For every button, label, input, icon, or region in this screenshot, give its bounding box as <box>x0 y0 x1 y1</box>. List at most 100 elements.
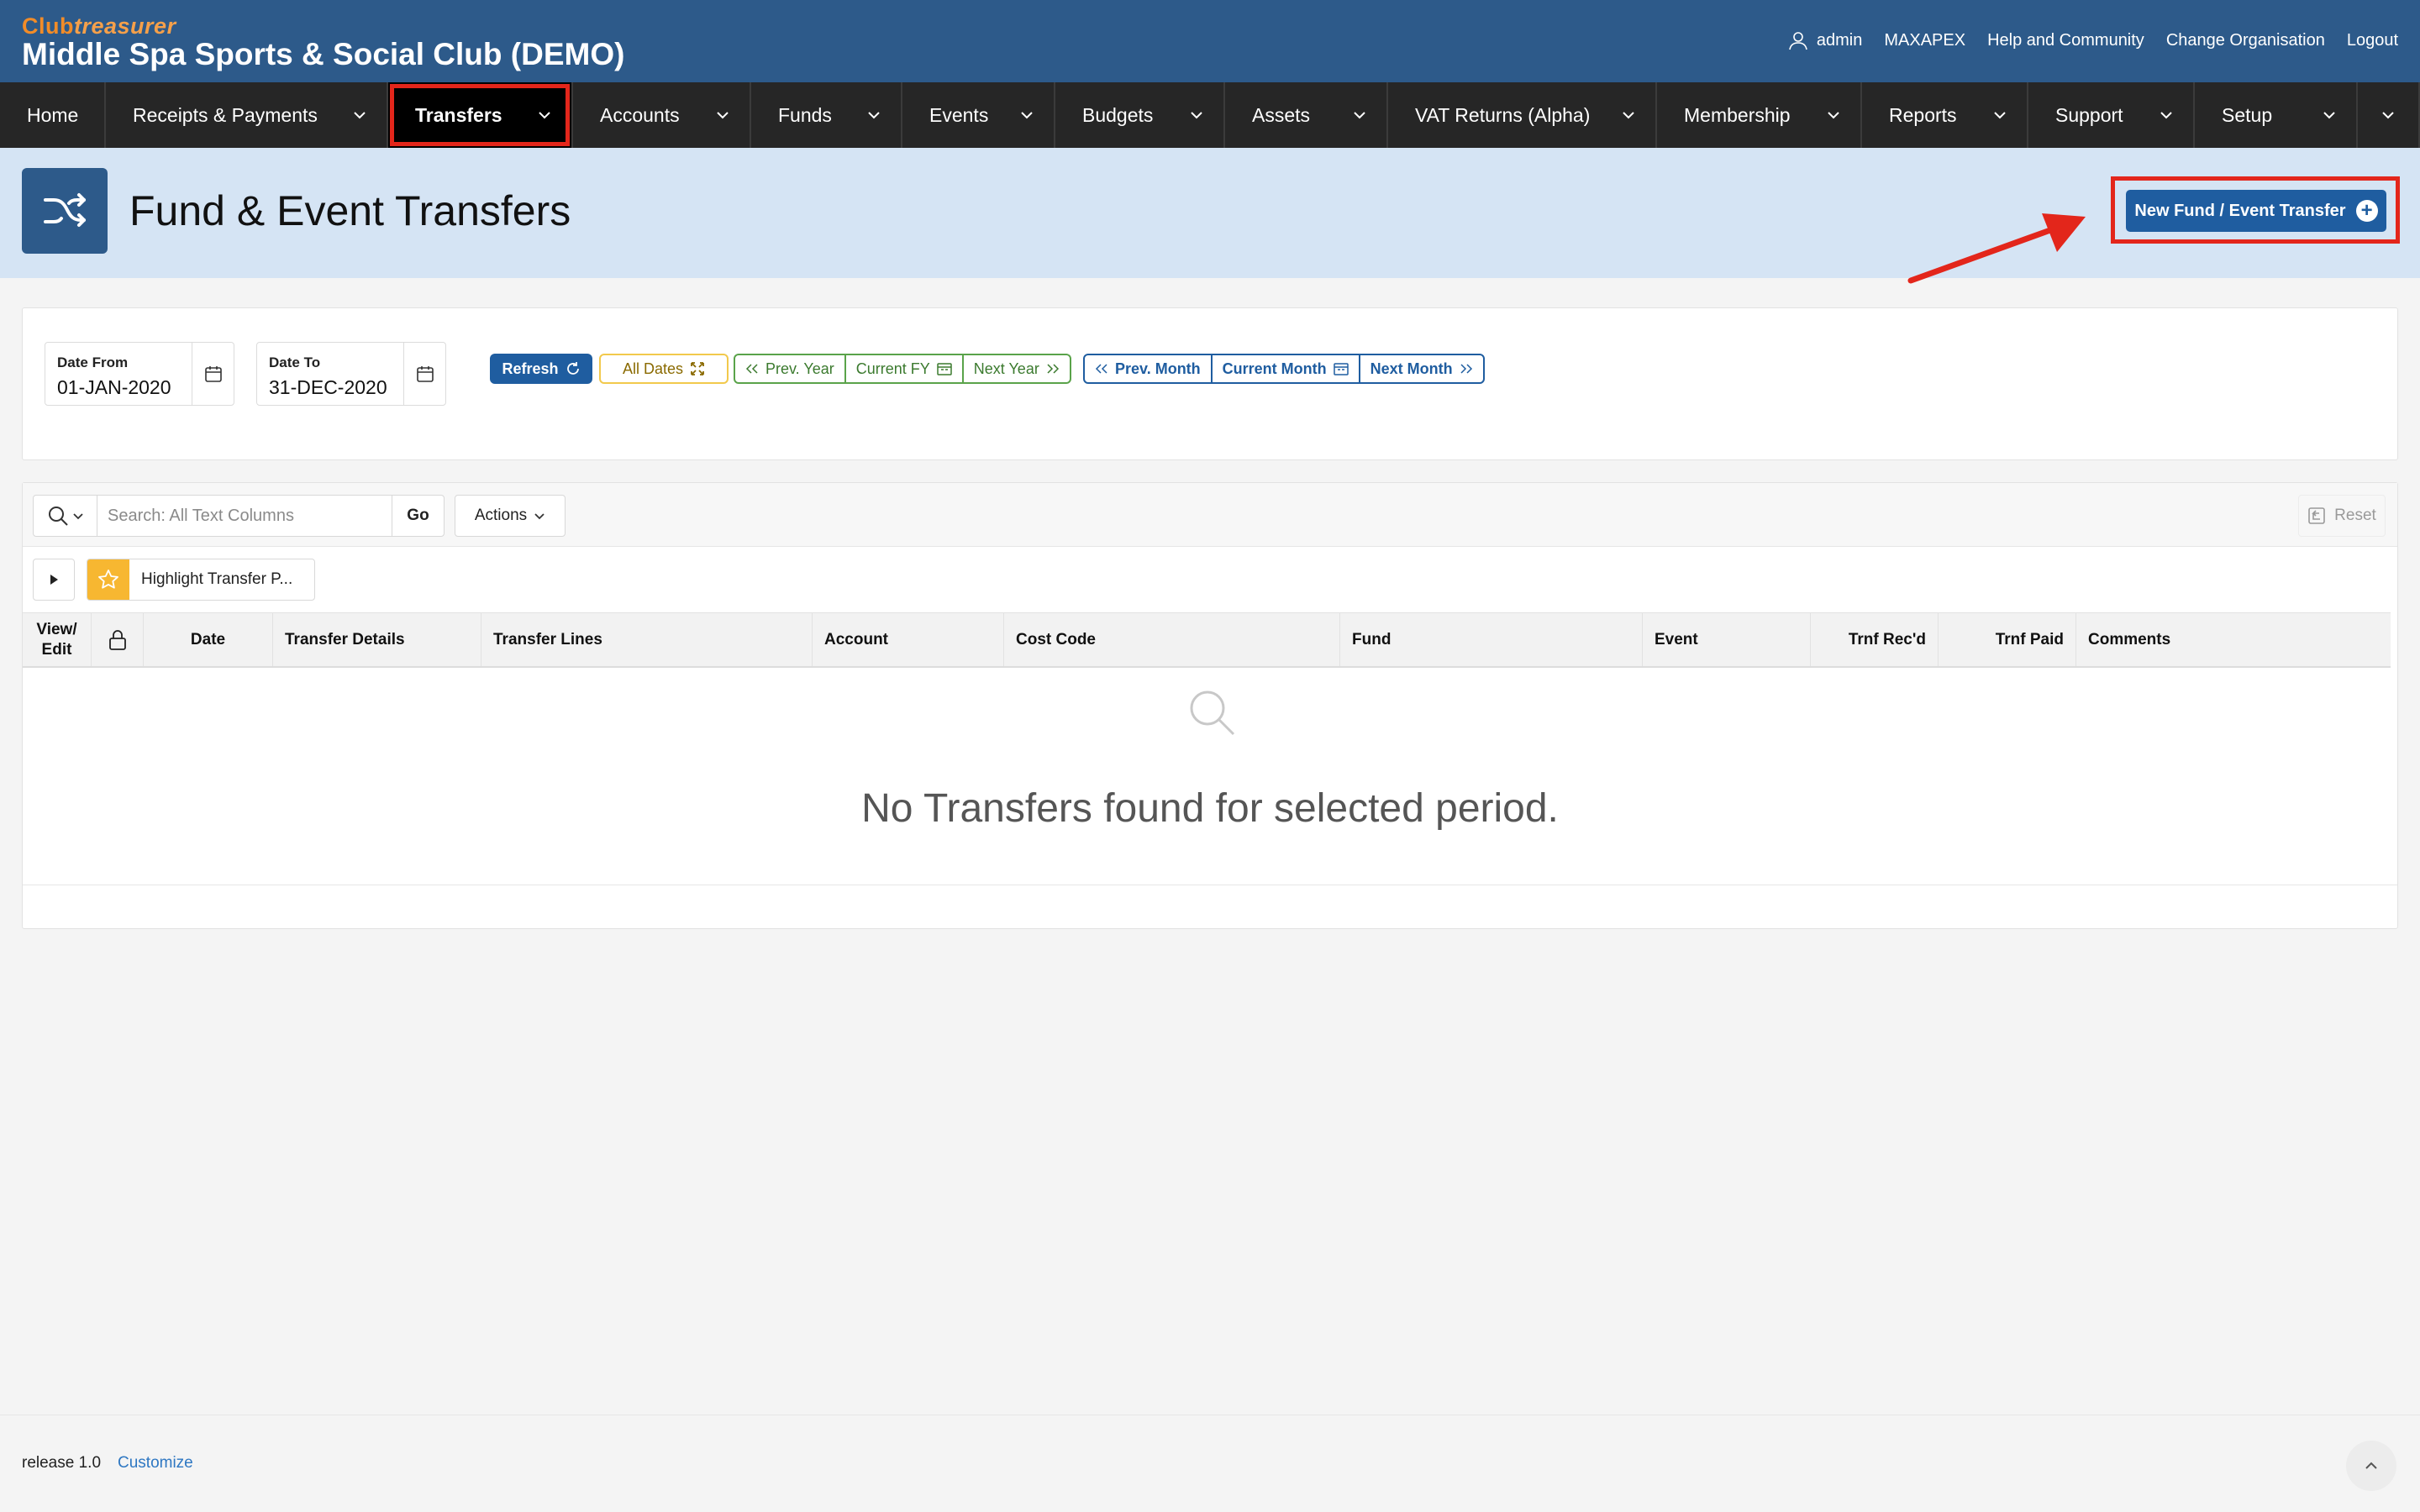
nav-support[interactable]: Support <box>2028 82 2195 148</box>
nav-overflow[interactable] <box>2358 82 2420 148</box>
date-from-value[interactable]: 01-JAN-2020 <box>57 376 171 399</box>
col-event[interactable]: Event <box>1643 613 1811 666</box>
calendar-icon[interactable] <box>192 343 234 405</box>
nav-label: Membership <box>1684 103 1791 126</box>
grid-header: View/ Edit Date Transfer Details Transfe… <box>23 612 2391 668</box>
report-toolbar: Go Actions Reset <box>23 483 2397 547</box>
next-year-button[interactable]: Next Year <box>964 355 1070 382</box>
col-cost-code[interactable]: Cost Code <box>1004 613 1340 666</box>
chevron-down-icon[interactable] <box>1825 107 1842 123</box>
chevron-down-icon[interactable] <box>1351 107 1368 123</box>
nav-label: VAT Returns (Alpha) <box>1415 103 1591 126</box>
prev-month-button[interactable]: Prev. Month <box>1085 355 1213 382</box>
year-nav-group: Prev. Year Current FY Next Year <box>734 354 1071 384</box>
shuffle-icon <box>22 168 108 254</box>
search-bar: Go <box>33 495 445 537</box>
search-input[interactable] <box>97 496 392 536</box>
date-to-field[interactable]: Date To 31-DEC-2020 <box>256 342 446 406</box>
current-month-label: Current Month <box>1222 360 1327 377</box>
chevron-down-icon[interactable] <box>1620 107 1637 123</box>
nav-reports[interactable]: Reports <box>1862 82 2028 148</box>
next-year-label: Next Year <box>973 360 1039 377</box>
chevron-down-icon[interactable] <box>2321 107 2338 123</box>
month-nav-group: Prev. Month Current Month Next Month <box>1083 354 1485 384</box>
header-links: admin MAXAPEX Help and Community Change … <box>1788 30 2398 50</box>
refresh-label: Refresh <box>502 360 559 377</box>
chevron-down-icon[interactable] <box>714 107 731 123</box>
current-month-button[interactable]: Current Month <box>1213 355 1360 382</box>
app-title[interactable]: Middle Spa Sports & Social Club (DEMO) <box>22 37 624 72</box>
col-fund[interactable]: Fund <box>1340 613 1643 666</box>
refresh-button[interactable]: Refresh <box>490 354 592 384</box>
customize-link[interactable]: Customize <box>118 1454 193 1473</box>
chevron-down-icon[interactable] <box>1018 107 1035 123</box>
chevron-down-icon <box>534 513 544 520</box>
col-view-edit[interactable]: View/ Edit <box>23 613 92 666</box>
chevron-down-icon[interactable] <box>1991 107 2008 123</box>
nav-receipts-payments[interactable]: Receipts & Payments <box>106 82 388 148</box>
actions-label: Actions <box>474 507 528 524</box>
chevron-down-icon[interactable] <box>1188 107 1205 123</box>
chevron-down-icon[interactable] <box>351 107 368 123</box>
search-column-selector[interactable] <box>34 496 97 536</box>
new-transfer-button[interactable]: New Fund / Event Transfer + <box>2126 190 2386 232</box>
actions-menu-button[interactable]: Actions <box>455 495 566 537</box>
col-transfer-details[interactable]: Transfer Details <box>273 613 481 666</box>
expand-settings-button[interactable] <box>33 559 75 601</box>
calendar-icon[interactable] <box>403 343 445 405</box>
org-code-link[interactable]: MAXAPEX <box>1884 31 1965 50</box>
nav-assets[interactable]: Assets <box>1225 82 1388 148</box>
go-button[interactable]: Go <box>392 496 444 536</box>
change-org-link[interactable]: Change Organisation <box>2166 31 2325 50</box>
fast-forward-icon <box>1460 364 1472 374</box>
nav-accounts[interactable]: Accounts <box>573 82 751 148</box>
reset-button[interactable]: Reset <box>2298 495 2386 537</box>
date-from-field[interactable]: Date From 01-JAN-2020 <box>45 342 234 406</box>
chevron-down-icon[interactable] <box>865 107 882 123</box>
nav-label: Setup <box>2222 103 2273 126</box>
scroll-to-top-button[interactable] <box>2346 1441 2396 1491</box>
reset-label: Reset <box>2334 507 2376 524</box>
next-month-button[interactable]: Next Month <box>1360 355 1483 382</box>
search-icon <box>48 507 68 526</box>
col-date[interactable]: Date <box>144 613 273 666</box>
clubtreasurer-logo[interactable]: Clubtreasurer <box>22 13 176 39</box>
date-to-value[interactable]: 31-DEC-2020 <box>269 376 387 399</box>
nav-transfers[interactable]: Transfers <box>388 82 573 148</box>
col-comments[interactable]: Comments <box>2076 613 2391 666</box>
nav-label: Funds <box>778 103 832 126</box>
nav-funds[interactable]: Funds <box>751 82 902 148</box>
release-text: release 1.0 <box>22 1454 102 1472</box>
star-icon <box>87 559 129 600</box>
nav-home[interactable]: Home <box>0 82 106 148</box>
nav-membership[interactable]: Membership <box>1657 82 1862 148</box>
help-link[interactable]: Help and Community <box>1987 31 2144 50</box>
prev-year-button[interactable]: Prev. Year <box>735 355 846 382</box>
nav-setup[interactable]: Setup <box>2195 82 2358 148</box>
col-trnf-recd[interactable]: Trnf Rec'd <box>1811 613 1939 666</box>
nav-budgets[interactable]: Budgets <box>1055 82 1225 148</box>
new-transfer-label: New Fund / Event Transfer <box>2134 201 2346 220</box>
nav-label: Reports <box>1889 103 1957 126</box>
nav-label: Budgets <box>1082 103 1154 126</box>
col-account[interactable]: Account <box>813 613 1004 666</box>
date-to-label: Date To <box>269 354 321 370</box>
col-trnf-paid[interactable]: Trnf Paid <box>1939 613 2076 666</box>
col-transfer-lines[interactable]: Transfer Lines <box>481 613 813 666</box>
highlight-filter-chip[interactable]: Highlight Transfer P... <box>87 559 315 601</box>
logout-link[interactable]: Logout <box>2347 31 2398 50</box>
current-fy-button[interactable]: Current FY <box>846 355 964 382</box>
page-title: Fund & Event Transfers <box>129 187 571 234</box>
next-month-label: Next Month <box>1370 360 1453 377</box>
expand-icon <box>691 362 704 375</box>
chevron-down-icon[interactable] <box>2380 107 2396 123</box>
main-menu: Home Receipts & Payments Transfers Accou… <box>0 82 2420 148</box>
chevron-down-icon[interactable] <box>2158 107 2175 123</box>
col-lock <box>92 613 144 666</box>
nav-events[interactable]: Events <box>902 82 1055 148</box>
user-menu[interactable]: admin <box>1788 30 1862 50</box>
chevron-down-icon[interactable] <box>536 107 553 123</box>
nav-label: Receipts & Payments <box>133 103 318 126</box>
nav-vat-returns[interactable]: VAT Returns (Alpha) <box>1388 82 1657 148</box>
all-dates-button[interactable]: All Dates <box>599 354 729 384</box>
